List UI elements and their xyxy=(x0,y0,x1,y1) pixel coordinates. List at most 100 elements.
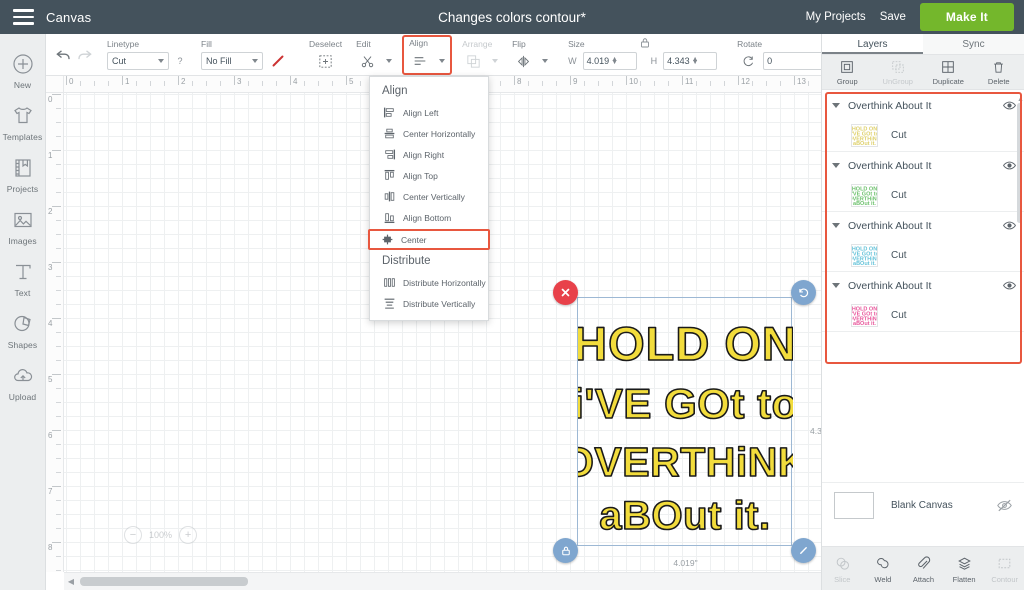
rotate-arrow-icon[interactable] xyxy=(737,52,759,71)
height-stepper[interactable]: ▲▼ xyxy=(692,58,699,65)
tab-layers[interactable]: Layers xyxy=(822,34,923,54)
lock-handle[interactable] xyxy=(553,538,578,563)
align-menu-item-align-left[interactable]: Align Left xyxy=(370,102,488,123)
layers-scroll-thumb[interactable] xyxy=(1017,103,1022,223)
chevron-down-icon[interactable] xyxy=(832,283,840,288)
width-stepper[interactable]: ▲▼ xyxy=(611,58,618,65)
rotate-handle[interactable] xyxy=(791,280,816,305)
scissors-icon[interactable] xyxy=(356,52,378,71)
rail-item-projects[interactable]: Projects xyxy=(0,148,46,200)
align-lines-icon[interactable] xyxy=(409,51,431,70)
delete-handle[interactable] xyxy=(553,280,578,305)
align-menu-item-center[interactable]: Center xyxy=(368,229,490,250)
zoom-controls[interactable]: − 100% + xyxy=(124,526,197,544)
chevron-down-icon[interactable] xyxy=(542,59,548,63)
flip-horizontal-icon[interactable] xyxy=(512,52,534,71)
vertical-ruler: 012345678 xyxy=(46,93,64,572)
lock-closed-icon[interactable] xyxy=(639,36,651,54)
blank-canvas-row[interactable]: Blank Canvas xyxy=(822,482,1024,528)
resize-handle[interactable] xyxy=(791,538,816,563)
linetype-select[interactable]: Cut xyxy=(107,52,169,70)
edit-group: Edit xyxy=(349,34,399,76)
ruler-minor-tick xyxy=(56,108,61,109)
layer-group[interactable]: Overthink About ItHOLD ONi'VE GOt toOVER… xyxy=(822,152,1024,212)
canvas-color-swatch[interactable] xyxy=(834,492,874,519)
my-projects-link[interactable]: My Projects xyxy=(806,11,866,23)
make-it-button[interactable]: Make It xyxy=(920,3,1014,31)
layer-group[interactable]: Overthink About ItHOLD ONi'VE GOt toOVER… xyxy=(822,272,1024,332)
scroll-left-arrow-icon[interactable]: ◀ xyxy=(64,577,78,586)
eye-visible-icon[interactable] xyxy=(1002,218,1017,233)
layer-header[interactable]: Overthink About It xyxy=(822,212,1024,239)
align-dropdown-menu[interactable]: Align Align LeftCenter HorizontallyAlign… xyxy=(369,76,489,321)
height-input[interactable]: 4.343 ▲▼ xyxy=(663,52,717,70)
layer-group[interactable]: Overthink About ItHOLD ONi'VE GOt toOVER… xyxy=(822,212,1024,272)
rail-item-upload[interactable]: Upload xyxy=(0,356,46,408)
panel-tabs: Layers Sync xyxy=(822,34,1024,55)
layer-row[interactable]: HOLD ONi'VE GOt toOVERTHiNKaBOut it.Cut xyxy=(822,119,1024,151)
chevron-down-icon[interactable] xyxy=(832,103,840,108)
plus-circle-icon[interactable]: + xyxy=(179,526,197,544)
chevron-down-icon[interactable] xyxy=(832,223,840,228)
layer-header[interactable]: Overthink About It xyxy=(822,92,1024,119)
linetype-help-icon[interactable]: ? xyxy=(173,53,187,69)
layer-header[interactable]: Overthink About It xyxy=(822,152,1024,179)
ungroup-icon xyxy=(890,59,906,76)
layer-row[interactable]: HOLD ONi'VE GOt toOVERTHiNKaBOut it.Cut xyxy=(822,299,1024,331)
group-button[interactable]: Group xyxy=(822,55,873,89)
save-button[interactable]: Save xyxy=(880,11,906,23)
eye-visible-icon[interactable] xyxy=(1002,98,1017,113)
align-menu-item-align-right[interactable]: Align Right xyxy=(370,144,488,165)
chevron-down-icon[interactable] xyxy=(832,163,840,168)
undo-icon[interactable] xyxy=(54,42,74,68)
width-input[interactable]: 4.019 ▲▼ xyxy=(583,52,637,70)
attach-button[interactable]: Attach xyxy=(903,547,944,590)
align-menu-item-distribute-horizontally[interactable]: Distribute Horizontally xyxy=(370,272,488,293)
selection-box[interactable]: HOLD ON i'VE GOt to OVERTHiNK aBOut it. xyxy=(577,297,792,546)
delete-button[interactable]: Delete xyxy=(974,55,1024,89)
eye-visible-icon[interactable] xyxy=(1002,158,1017,173)
width-axis-label: W xyxy=(568,56,577,66)
tab-sync[interactable]: Sync xyxy=(923,34,1024,54)
horizontal-scroll-thumb[interactable] xyxy=(80,577,248,586)
redo-icon[interactable] xyxy=(74,42,94,68)
align-menu-item-center-vertically[interactable]: Center Vertically xyxy=(370,186,488,207)
layer-group[interactable]: Overthink About ItHOLD ONi'VE GOt toOVER… xyxy=(822,92,1024,152)
chevron-down-icon[interactable] xyxy=(439,59,445,63)
ruler-minor-tick xyxy=(56,570,61,571)
flatten-button[interactable]: Flatten xyxy=(944,547,985,590)
hamburger-icon[interactable] xyxy=(0,0,46,34)
layers-list[interactable]: Overthink About ItHOLD ONi'VE GOt toOVER… xyxy=(822,92,1024,364)
layer-row[interactable]: HOLD ONi'VE GOt toOVERTHiNKaBOut it.Cut xyxy=(822,179,1024,211)
layer-row[interactable]: HOLD ONi'VE GOt toOVERTHiNKaBOut it.Cut xyxy=(822,239,1024,271)
duplicate-button[interactable]: Duplicate xyxy=(923,55,974,89)
weld-button[interactable]: Weld xyxy=(863,547,904,590)
rail-item-images[interactable]: Images xyxy=(0,200,46,252)
layers-scrollbar[interactable]: ▲ xyxy=(1017,96,1023,358)
align-menu-item-center-horizontally[interactable]: Center Horizontally xyxy=(370,123,488,144)
pencil-stroke-icon[interactable] xyxy=(267,52,289,71)
rail-item-new[interactable]: New xyxy=(0,44,46,96)
minus-circle-icon[interactable]: − xyxy=(124,526,142,544)
eye-hidden-icon[interactable] xyxy=(996,497,1013,514)
size-group: Size W 4.019 ▲▼ H 4.343 ▲▼ xyxy=(561,34,724,76)
align-menu-item-align-top[interactable]: Align Top xyxy=(370,165,488,186)
duplicate-label: Duplicate xyxy=(933,77,964,86)
rail-item-shapes[interactable]: Shapes xyxy=(0,304,46,356)
chevron-down-icon[interactable] xyxy=(386,59,392,63)
layer-header[interactable]: Overthink About It xyxy=(822,272,1024,299)
align-button-highlight[interactable]: Align xyxy=(402,35,452,75)
rail-item-templates[interactable]: Templates xyxy=(0,96,46,148)
eye-visible-icon[interactable] xyxy=(1002,278,1017,293)
rail-item-text[interactable]: Text xyxy=(0,252,46,304)
horizontal-scrollbar[interactable]: ◀ xyxy=(64,572,821,590)
ruler-minor-tick xyxy=(94,81,95,86)
scroll-up-arrow-icon[interactable]: ▲ xyxy=(1017,96,1023,103)
artwork-hold-on-overthink[interactable]: HOLD ON i'VE GOt to OVERTHiNK aBOut it. xyxy=(578,298,793,547)
align-menu-item-align-bottom[interactable]: Align Bottom xyxy=(370,207,488,228)
ruler-tick xyxy=(794,76,795,85)
fill-select[interactable]: No Fill xyxy=(201,52,263,70)
dashed-square-plus-icon[interactable] xyxy=(315,52,337,71)
align-menu-item-distribute-vertically[interactable]: Distribute Vertically xyxy=(370,293,488,314)
ruler-label: 9 xyxy=(573,77,577,86)
